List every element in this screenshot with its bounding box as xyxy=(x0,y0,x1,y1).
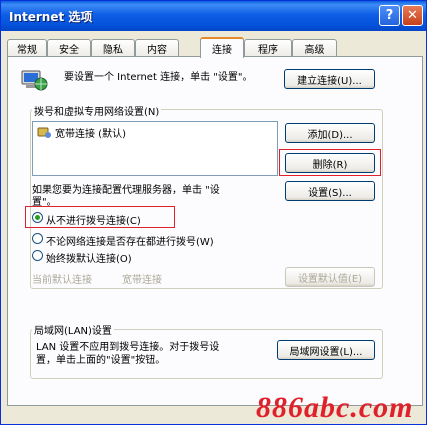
title-bar[interactable]: Internet 选项 ? ✕ xyxy=(1,1,426,31)
lan-group-label: 局域网(LAN)设置 xyxy=(32,322,114,337)
setup-text: 要设置一个 Internet 连接，单击 "设置"。 xyxy=(64,72,253,83)
set-default-button[interactable]: 设置默认值(E) xyxy=(285,267,375,287)
internet-connection-icon xyxy=(21,70,48,91)
settings-button[interactable]: 设置(S)... xyxy=(285,181,375,201)
list-item-label: 宽带连接 (默认) xyxy=(55,128,126,140)
never-dial-label[interactable]: 从不进行拨号连接(C) xyxy=(46,212,141,227)
dial-whenever-radio[interactable] xyxy=(32,233,43,244)
never-dial-radio[interactable] xyxy=(32,212,43,223)
always-dial-default-label[interactable]: 始终拨默认连接(O) xyxy=(46,250,132,265)
add-button[interactable]: 添加(D)... xyxy=(285,123,375,143)
dialup-group-label: 拨号和虚拟专用网络设置(N) xyxy=(32,103,162,118)
tab-security[interactable]: 安全 xyxy=(47,39,91,57)
list-item[interactable]: 宽带连接 (默认) xyxy=(37,125,126,140)
dialup-connections-list[interactable]: 宽带连接 (默认) xyxy=(32,121,278,176)
broadband-connection-icon xyxy=(37,127,51,138)
lan-text-line2: 置，单击上面的"设置"按钮。 xyxy=(36,355,166,366)
connections-panel: 要设置一个 Internet 连接，单击 "设置"。 建立连接(U)... 拨号… xyxy=(7,56,423,406)
tab-connections[interactable]: 连接 xyxy=(200,37,244,58)
window-title: Internet 选项 xyxy=(9,10,93,24)
setup-connection-button[interactable]: 建立连接(U)... xyxy=(284,69,375,89)
tab-advanced[interactable]: 高级 xyxy=(292,39,337,57)
current-default-value: 宽带连接 xyxy=(122,275,162,286)
proxy-text-line1: 如果您要为连接配置代理服务器，单击 "设 xyxy=(32,185,220,196)
current-default-label: 当前默认连接 xyxy=(32,275,92,286)
help-button[interactable]: ? xyxy=(379,5,400,26)
tab-privacy[interactable]: 隐私 xyxy=(91,39,135,57)
tab-content[interactable]: 内容 xyxy=(135,39,179,57)
dial-whenever-label[interactable]: 不论网络连接是否存在都进行拨号(W) xyxy=(46,233,214,248)
close-button[interactable]: ✕ xyxy=(402,5,423,26)
always-dial-default-radio[interactable] xyxy=(32,250,43,261)
watermark: 886abc.com xyxy=(256,391,414,424)
internet-options-window: Internet 选项 ? ✕ 常规 安全 隐私 内容 连接 程序 高级 要设置… xyxy=(0,0,427,425)
delete-highlight-box xyxy=(279,149,381,176)
tab-general[interactable]: 常规 xyxy=(7,39,47,57)
tab-programs[interactable]: 程序 xyxy=(244,39,292,57)
lan-settings-button[interactable]: 局域网设置(L)... xyxy=(277,340,375,360)
